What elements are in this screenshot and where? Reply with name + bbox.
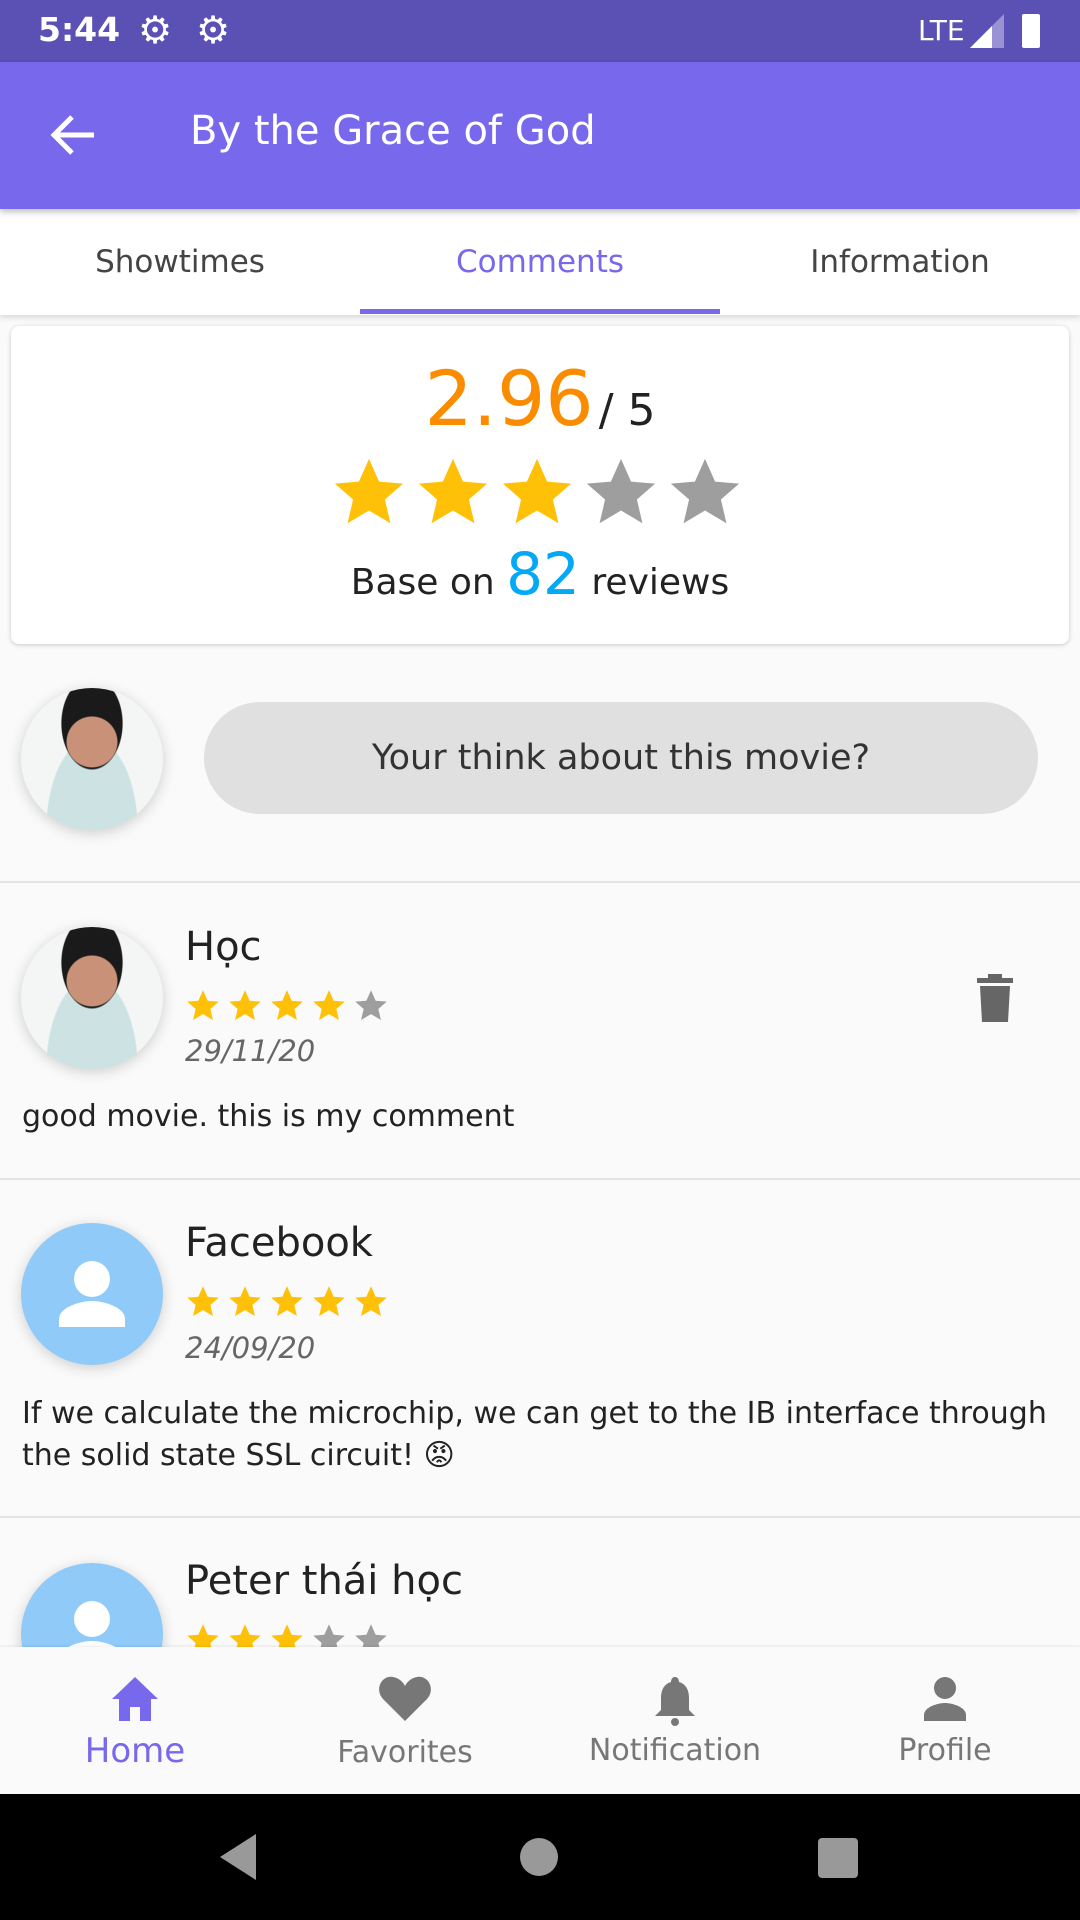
commenter-name: Học — [185, 924, 262, 970]
star-filled-icon — [313, 990, 345, 1020]
star-filled-icon — [187, 1286, 219, 1316]
trash-icon[interactable] — [977, 974, 1013, 1022]
divider — [0, 1178, 1080, 1180]
rating-stars — [11, 454, 1069, 534]
star-empty-icon — [670, 458, 740, 524]
reviews-prefix: Base on — [350, 562, 495, 603]
nav-label: Favorites — [337, 1735, 473, 1770]
reviews-suffix: reviews — [591, 562, 730, 603]
app-bar: By the Grace of God — [0, 62, 1080, 209]
review-count: 82 — [506, 540, 580, 608]
system-navigation-bar — [0, 1794, 1080, 1920]
comment-stars — [185, 988, 395, 1028]
gear-icon: ⚙ — [138, 8, 173, 52]
commenter-avatar — [21, 927, 163, 1069]
star-filled-icon — [313, 1286, 345, 1316]
commenter-avatar — [21, 1223, 163, 1365]
comment-date: 29/11/20 — [185, 1034, 316, 1068]
commenter-name: Peter thái học — [185, 1558, 463, 1604]
bottom-navigation: Home Favorites Notification Profile — [0, 1647, 1080, 1794]
comment-text: If we calculate the microchip, we can ge… — [22, 1396, 1047, 1473]
comment-input[interactable]: Your think about this movie? — [204, 702, 1038, 814]
battery-icon — [1022, 14, 1040, 48]
star-filled-icon — [187, 990, 219, 1020]
divider — [0, 881, 1080, 883]
star-filled-icon — [271, 1286, 303, 1316]
back-icon[interactable] — [218, 1834, 258, 1880]
star-filled-icon — [355, 1286, 387, 1316]
tab-information[interactable]: Information — [720, 209, 1080, 315]
star-filled-icon — [271, 990, 303, 1020]
tab-comments[interactable]: Comments — [360, 209, 720, 315]
divider — [0, 1516, 1080, 1518]
person-icon — [924, 1677, 966, 1721]
star-filled-icon — [229, 990, 261, 1020]
nav-label: Notification — [588, 1733, 762, 1768]
bell-icon — [655, 1677, 695, 1726]
signal-icon — [970, 14, 1004, 48]
status-bar: 5:44 ⚙ ⚙ LTE — [0, 0, 1080, 62]
nav-home[interactable]: Home — [0, 1647, 270, 1794]
current-user-avatar — [21, 688, 163, 830]
comment-date: 24/09/20 — [185, 1331, 316, 1365]
nav-label: Profile — [898, 1733, 992, 1768]
back-arrow-icon[interactable] — [50, 114, 96, 156]
nav-label: Home — [84, 1731, 186, 1771]
comment-text: good movie. this is my comment — [22, 1099, 515, 1134]
rating-out-of: / 5 — [598, 385, 656, 436]
star-filled-icon — [502, 458, 572, 524]
star-empty-icon — [586, 458, 656, 524]
gear-icon: ⚙ — [196, 8, 231, 52]
tab-bar: Showtimes Comments Information — [0, 209, 1080, 315]
comment-stars — [185, 1284, 395, 1324]
network-type: LTE — [918, 14, 965, 47]
nav-profile[interactable]: Profile — [810, 1647, 1080, 1794]
star-filled-icon — [418, 458, 488, 524]
commenter-name: Facebook — [185, 1220, 373, 1266]
home-icon — [112, 1677, 158, 1721]
home-button-icon[interactable] — [520, 1838, 558, 1876]
star-filled-icon — [229, 1286, 261, 1316]
star-empty-icon — [355, 990, 387, 1020]
page-title: By the Grace of God — [190, 108, 596, 154]
person-icon — [59, 1261, 125, 1327]
nav-favorites[interactable]: Favorites — [270, 1647, 540, 1794]
recents-icon[interactable] — [818, 1838, 858, 1878]
star-filled-icon — [334, 458, 404, 524]
tab-indicator — [360, 309, 720, 314]
status-time: 5:44 — [38, 10, 121, 49]
tab-showtimes[interactable]: Showtimes — [0, 209, 360, 315]
rating-score: 2.96 — [424, 354, 594, 443]
nav-notification[interactable]: Notification — [540, 1647, 810, 1794]
heart-icon — [379, 1676, 431, 1721]
rating-summary-card: 2.96 / 5 Base on 82 reviews — [11, 326, 1069, 644]
